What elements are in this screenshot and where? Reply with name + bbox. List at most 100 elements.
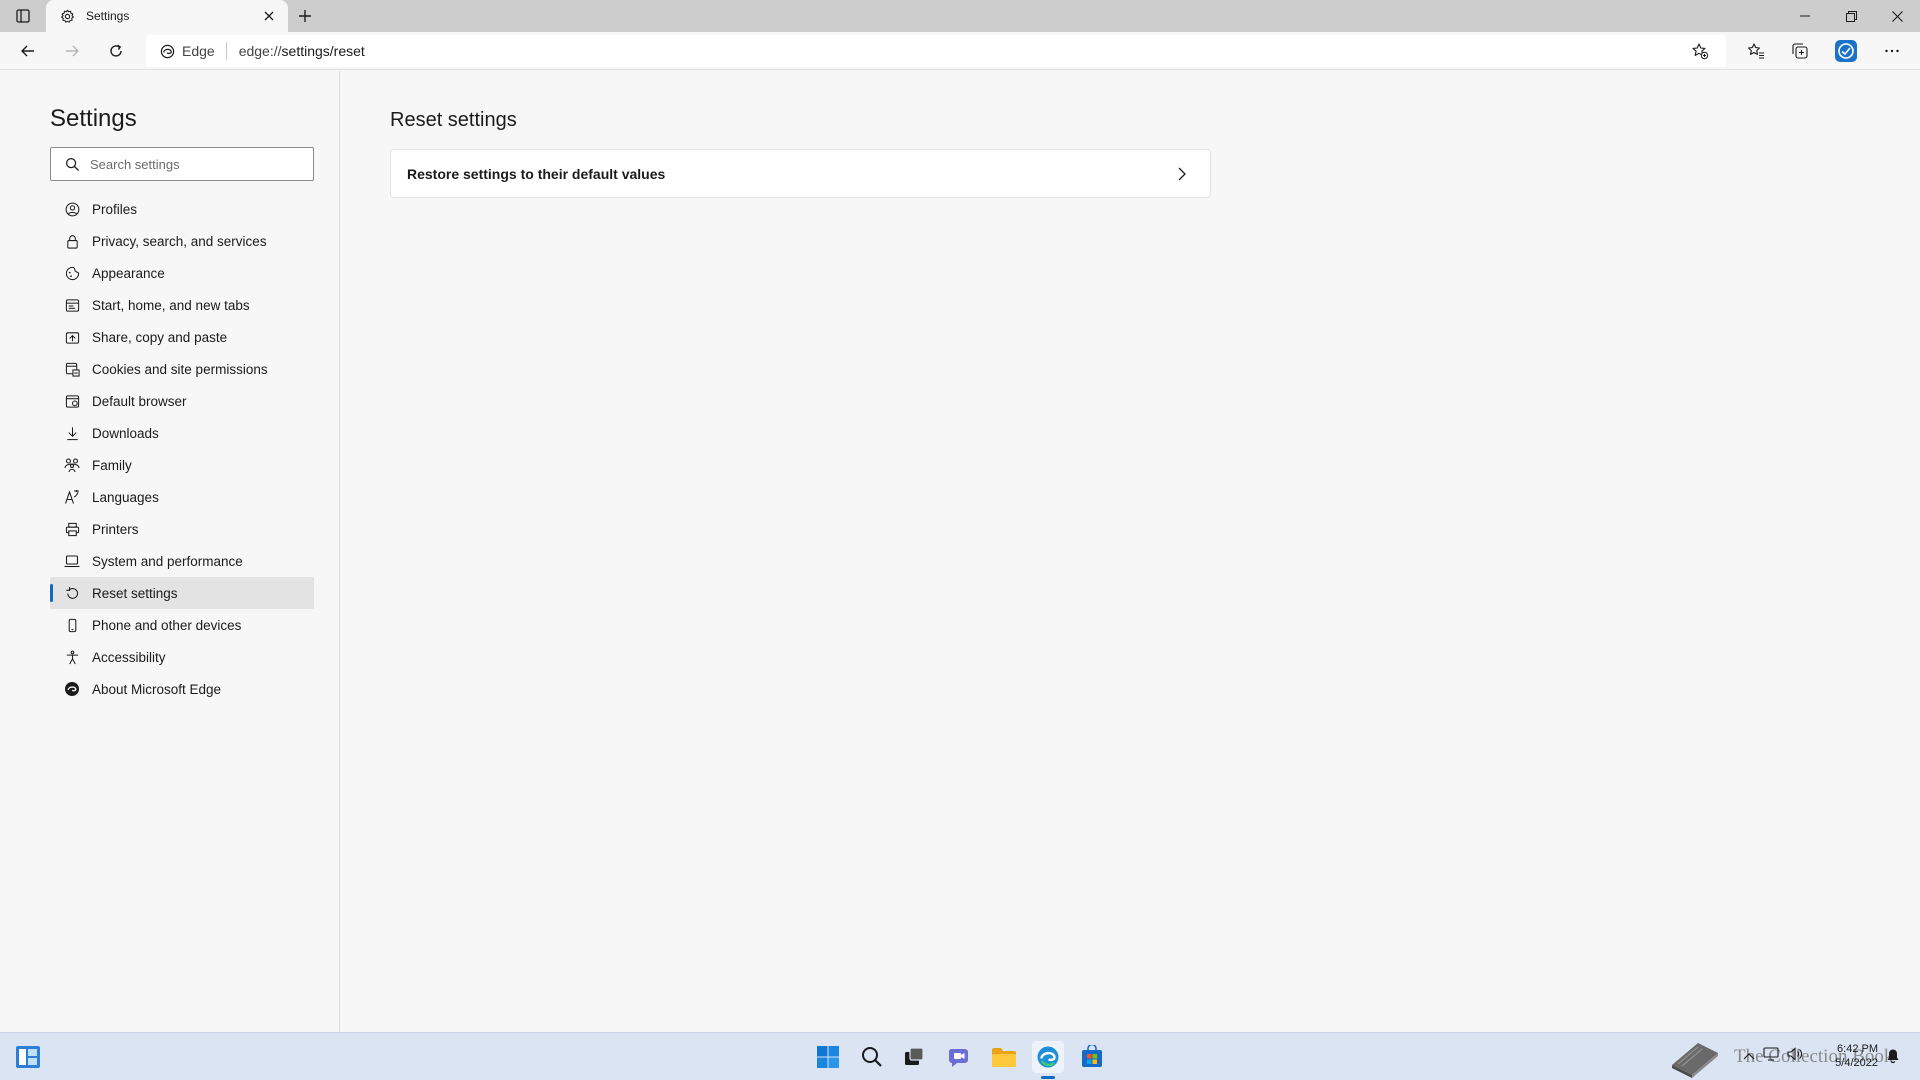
tab-actions-button[interactable] <box>10 5 36 27</box>
folder-icon <box>992 1048 1016 1067</box>
share-icon <box>64 329 80 345</box>
favorites-icon <box>1747 43 1764 59</box>
collections-icon <box>1792 43 1808 59</box>
more-dots-icon <box>1885 49 1899 53</box>
sidebar-title: Settings <box>50 105 137 132</box>
restore-button[interactable] <box>1828 0 1874 32</box>
new-tab-button[interactable] <box>294 5 316 27</box>
clock-date: 5/4/2022 <box>1835 1057 1878 1069</box>
close-window-button[interactable] <box>1874 0 1920 32</box>
sidebar-item-label: Reset settings <box>92 585 178 601</box>
task-view-button[interactable] <box>898 1041 930 1073</box>
sidebar-item-label: System and performance <box>92 553 243 569</box>
lock-icon <box>64 233 80 249</box>
sidebar-item-languages[interactable]: Languages <box>50 481 314 513</box>
laptop-icon <box>64 553 80 569</box>
url-path: settings/reset <box>281 43 365 59</box>
appearance-icon <box>64 265 80 281</box>
search-settings-box[interactable] <box>50 147 314 181</box>
settings-sidebar: Settings Profiles Privacy, search, and s… <box>0 71 340 1032</box>
refresh-button[interactable] <box>101 36 131 66</box>
minimize-icon <box>1800 15 1810 17</box>
restore-defaults-row[interactable]: Restore settings to their default values <box>390 149 1211 198</box>
clock-time: 6:42 PM <box>1837 1043 1878 1055</box>
forward-button[interactable] <box>57 36 87 66</box>
sidebar-item-appearance[interactable]: Appearance <box>50 257 314 289</box>
store-button[interactable] <box>1076 1041 1108 1073</box>
restore-icon <box>1845 10 1857 22</box>
sidebar-item-label: Languages <box>92 489 159 505</box>
sidebar-item-privacy[interactable]: Privacy, search, and services <box>50 225 314 257</box>
languages-icon <box>64 489 80 505</box>
sidebar-item-label: Default browser <box>92 393 187 409</box>
address-bar[interactable]: Edge edge://settings/reset <box>146 35 1726 67</box>
system-tray <box>1743 1043 1803 1069</box>
taskbar: The Collection Book 6:42 PM 5/4/2022 <box>0 1032 1920 1080</box>
notification-bell-icon <box>1887 1049 1899 1064</box>
file-explorer-button[interactable] <box>988 1041 1020 1073</box>
title-bar: Settings <box>0 0 1920 32</box>
home-tabs-icon <box>64 297 80 313</box>
sidebar-item-system[interactable]: System and performance <box>50 545 314 577</box>
sidebar-item-about-edge[interactable]: About Microsoft Edge <box>50 673 314 705</box>
profile-avatar-icon <box>1835 40 1857 62</box>
sidebar-item-default-browser[interactable]: Default browser <box>50 385 314 417</box>
sidebar-item-family[interactable]: Family <box>50 449 314 481</box>
reset-icon <box>64 585 80 601</box>
collections-button[interactable] <box>1785 36 1815 66</box>
settings-nav: Profiles Privacy, search, and services A… <box>50 193 314 705</box>
sidebar-item-profiles[interactable]: Profiles <box>50 193 314 225</box>
url-prefix: edge:// <box>238 43 282 59</box>
more-options-button[interactable] <box>1877 36 1907 66</box>
edge-chip[interactable]: Edge <box>160 42 227 60</box>
accessibility-icon <box>64 649 80 665</box>
search-settings-input[interactable] <box>90 156 310 172</box>
sidebar-item-label: Cookies and site permissions <box>92 361 268 377</box>
sidebar-item-reset-settings[interactable]: Reset settings <box>50 577 314 609</box>
search-icon <box>862 1047 882 1067</box>
sidebar-item-label: Accessibility <box>92 649 166 665</box>
start-button[interactable] <box>812 1041 844 1073</box>
settings-main: Reset settings Restore settings to their… <box>341 71 1920 1032</box>
widgets-button[interactable] <box>12 1041 44 1073</box>
sidebar-item-phone[interactable]: Phone and other devices <box>50 609 314 641</box>
close-tab-icon[interactable] <box>260 7 278 25</box>
edge-icon <box>64 681 80 697</box>
back-button[interactable] <box>13 36 43 66</box>
edge-taskbar-button[interactable] <box>1032 1041 1064 1073</box>
close-icon <box>1891 10 1903 22</box>
page-title: Reset settings <box>390 109 517 131</box>
sidebar-item-label: Family <box>92 457 132 473</box>
forward-arrow-icon <box>66 45 79 57</box>
tab-settings[interactable]: Settings <box>46 0 288 32</box>
edge-browser-icon <box>1037 1046 1059 1068</box>
gear-icon <box>58 7 76 25</box>
sidebar-item-start-home[interactable]: Start, home, and new tabs <box>50 289 314 321</box>
url-text[interactable]: edge://settings/reset <box>227 43 365 59</box>
add-favorite-button[interactable] <box>1690 41 1710 61</box>
edge-chip-label: Edge <box>182 43 215 59</box>
favorites-button[interactable] <box>1741 36 1771 66</box>
sidebar-item-label: Phone and other devices <box>92 617 242 633</box>
download-icon <box>64 425 80 441</box>
profile-button[interactable] <box>1831 36 1861 66</box>
chat-icon <box>948 1049 968 1067</box>
network-icon[interactable] <box>1763 1046 1779 1066</box>
notifications-button[interactable] <box>1886 1043 1900 1069</box>
sidebar-item-label: Start, home, and new tabs <box>92 297 250 313</box>
teams-chat-button[interactable] <box>944 1041 976 1073</box>
sidebar-item-cookies[interactable]: Cookies and site permissions <box>50 353 314 385</box>
sidebar-item-downloads[interactable]: Downloads <box>50 417 314 449</box>
sidebar-item-share-copy[interactable]: Share, copy and paste <box>50 321 314 353</box>
tray-overflow-chevron-icon[interactable] <box>1743 1047 1755 1065</box>
profile-icon <box>64 201 80 217</box>
taskbar-search-button[interactable] <box>856 1041 888 1073</box>
sidebar-item-label: Profiles <box>92 201 138 217</box>
star-add-icon <box>1692 43 1709 60</box>
volume-icon[interactable] <box>1787 1046 1803 1066</box>
minimize-button[interactable] <box>1782 0 1828 32</box>
sidebar-item-accessibility[interactable]: Accessibility <box>50 641 314 673</box>
sidebar-item-printers[interactable]: Printers <box>50 513 314 545</box>
sidebar-item-label: About Microsoft Edge <box>92 681 222 697</box>
taskbar-clock[interactable]: 6:42 PM 5/4/2022 <box>1820 1042 1878 1070</box>
